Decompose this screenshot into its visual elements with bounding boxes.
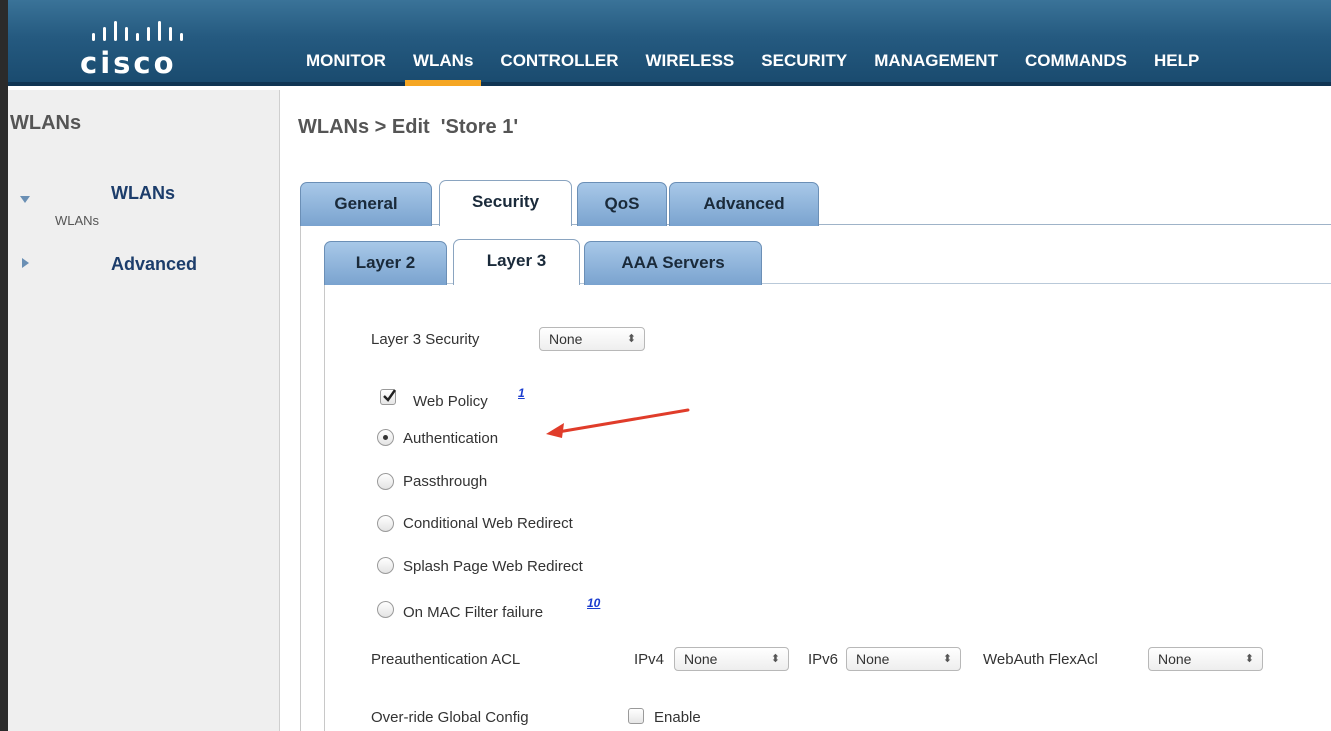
sidebar: WLANs WLANs WLANs Advanced [8, 90, 280, 731]
cisco-bars-icon [92, 21, 183, 41]
select-arrows-icon: ⬍ [626, 333, 636, 345]
cisco-wordmark: cisco [80, 46, 177, 80]
nav-help[interactable]: HELP [1146, 48, 1207, 86]
app-window: cisco MONITOR WLANs CONTROLLER WIRELESS … [0, 0, 1331, 731]
collapse-triangle-icon[interactable] [22, 258, 29, 268]
select-arrows-icon: ⬍ [1244, 653, 1254, 665]
override-global-config-label: Over-ride Global Config [371, 709, 529, 726]
subtab-layer3[interactable]: Layer 3 [453, 239, 580, 285]
sidebar-subitem-wlans[interactable]: WLANs [55, 213, 99, 228]
ipv6-label: IPv6 [808, 651, 839, 668]
page-title: WLANs > Edit 'Store 1' [298, 116, 519, 138]
ipv4-label: IPv4 [634, 651, 665, 668]
webauth-flexacl-label: WebAuth FlexAcl [983, 651, 1098, 668]
ipv4-acl-value: None [684, 651, 718, 667]
tab-security[interactable]: Security [439, 180, 572, 226]
layer3-security-value: None [549, 331, 583, 347]
override-enable-label: Enable [654, 709, 701, 726]
radio-on-mac-filter-failure-label: On MAC Filter failure [403, 604, 544, 621]
layer3-security-select[interactable]: None ⬍ [539, 327, 645, 351]
radio-authentication[interactable] [377, 429, 394, 446]
ipv6-acl-value: None [856, 651, 890, 667]
select-arrows-icon: ⬍ [942, 653, 952, 665]
nav-commands[interactable]: COMMANDS [1017, 48, 1135, 86]
radio-passthrough-label: Passthrough [403, 473, 488, 490]
tab-general[interactable]: General [300, 182, 432, 226]
expand-triangle-icon[interactable] [20, 196, 30, 203]
radio-authentication-label: Authentication [403, 430, 499, 447]
preauth-acl-label: Preauthentication ACL [371, 651, 521, 668]
nav-wlans[interactable]: WLANs [404, 48, 482, 86]
main-nav: MONITOR WLANs CONTROLLER WIRELESS SECURI… [298, 48, 1218, 86]
sidebar-title: WLANs [10, 112, 82, 134]
tab-advanced[interactable]: Advanced [669, 182, 819, 226]
radio-splash-page-web-redirect[interactable] [377, 557, 394, 574]
webauth-flexacl-value: None [1158, 651, 1192, 667]
nav-management[interactable]: MANAGEMENT [866, 48, 1006, 86]
subtab-layer2[interactable]: Layer 2 [324, 241, 447, 285]
cisco-logo[interactable]: cisco [80, 16, 200, 80]
webauth-flexacl-select[interactable]: None ⬍ [1148, 647, 1263, 671]
nav-controller[interactable]: CONTROLLER [492, 48, 626, 86]
radio-conditional-web-redirect[interactable] [377, 515, 394, 532]
web-policy-footnote-link[interactable]: 1 [518, 386, 525, 400]
nav-wireless[interactable]: WIRELESS [637, 48, 742, 86]
sidebar-item-wlans[interactable]: WLANs [111, 183, 175, 204]
web-policy-checkbox[interactable] [380, 389, 396, 405]
radio-on-mac-filter-failure[interactable] [377, 601, 394, 618]
top-header: cisco MONITOR WLANs CONTROLLER WIRELESS … [8, 0, 1331, 86]
radio-conditional-web-redirect-label: Conditional Web Redirect [403, 515, 573, 532]
nav-security[interactable]: SECURITY [753, 48, 855, 86]
subtab-aaa-servers[interactable]: AAA Servers [584, 241, 762, 285]
select-arrows-icon: ⬍ [770, 653, 780, 665]
override-enable-checkbox[interactable] [628, 708, 644, 724]
web-policy-label: Web Policy [413, 393, 488, 410]
layer3-security-label: Layer 3 Security [371, 331, 480, 348]
mac-filter-footnote-link[interactable]: 10 [587, 596, 600, 610]
radio-splash-page-web-redirect-label: Splash Page Web Redirect [403, 558, 583, 575]
radio-passthrough[interactable] [377, 473, 394, 490]
tab-qos[interactable]: QoS [577, 182, 667, 226]
nav-monitor[interactable]: MONITOR [298, 48, 394, 86]
sidebar-item-advanced[interactable]: Advanced [111, 254, 197, 275]
checkmark-icon [383, 389, 396, 402]
ipv6-acl-select[interactable]: None ⬍ [846, 647, 961, 671]
ipv4-acl-select[interactable]: None ⬍ [674, 647, 789, 671]
annotation-arrow-icon [546, 408, 690, 438]
